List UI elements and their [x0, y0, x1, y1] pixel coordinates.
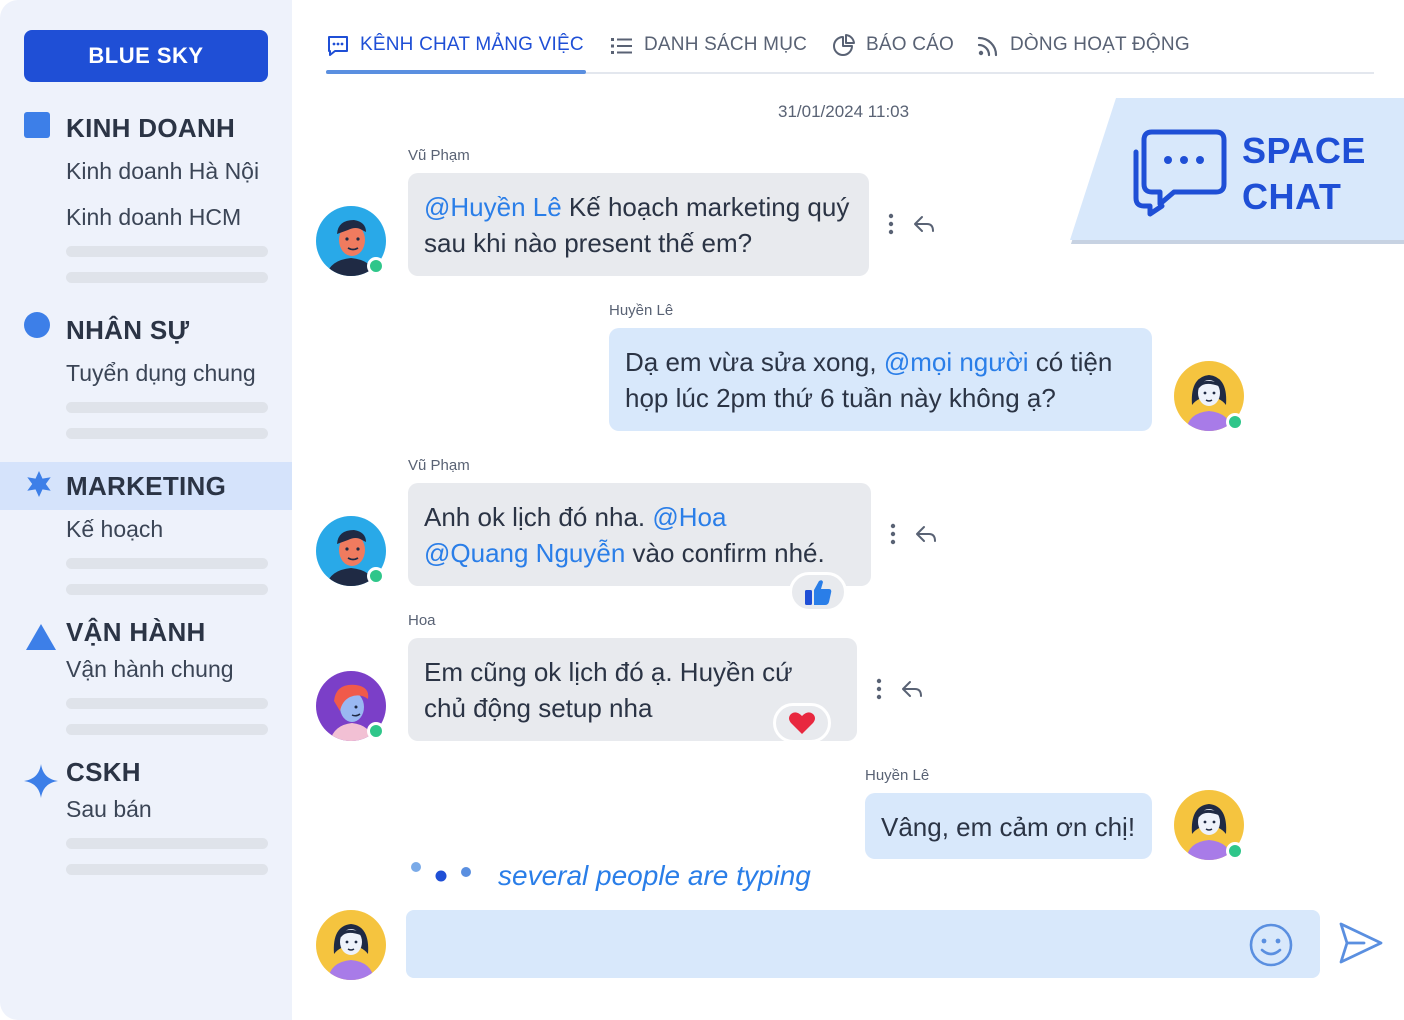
send-icon[interactable]	[1338, 920, 1384, 966]
mention-link[interactable]: @Quang Nguyễn	[424, 538, 625, 568]
sidebar-item-ke-hoach[interactable]: Kế hoạch	[66, 516, 163, 543]
message-actions	[884, 212, 936, 236]
message-input[interactable]	[426, 910, 1246, 978]
sidebar-item-kinh-doanh[interactable]: KINH DOANH	[0, 108, 292, 148]
sidebar-item-kinh-doanh-ha-noi[interactable]: Kinh doanh Hà Nội	[66, 158, 259, 185]
message-text: Dạ em vừa sửa xong,	[625, 347, 884, 377]
placeholder-bar	[66, 698, 268, 709]
online-indicator	[367, 722, 385, 740]
message-composer	[406, 910, 1320, 978]
sidebar-group-cskh: CSKH Sau bán	[0, 752, 292, 875]
placeholder-bar	[66, 402, 268, 413]
chat-timestamp: 31/01/2024 11:03	[778, 102, 910, 121]
placeholder-bar	[66, 724, 268, 735]
sidebar-item-tuyen-dung-chung[interactable]: Tuyển dụng chung	[66, 360, 256, 387]
placeholder-bar	[66, 428, 268, 439]
triangle-icon	[26, 624, 56, 650]
tab-bao-cao[interactable]: BÁO CÁO	[832, 34, 954, 74]
sidebar-group-kinh-doanh: KINH DOANH Kinh doanh Hà Nội Kinh doanh …	[0, 108, 292, 283]
more-options-icon[interactable]	[884, 212, 898, 236]
reply-icon[interactable]	[914, 522, 938, 546]
chat-icon	[328, 36, 348, 56]
message-sender: Huyền Lê	[865, 767, 930, 784]
sidebar-item-marketing[interactable]: MARKETING	[0, 462, 292, 510]
workspace-button[interactable]: BLUE SKY	[24, 30, 268, 82]
placeholder-bar	[66, 838, 268, 849]
badge-line-2: CHAT	[1242, 176, 1342, 217]
sidebar-item-kinh-doanh-hcm[interactable]: Kinh doanh HCM	[66, 204, 241, 231]
pie-chart-icon	[833, 34, 855, 56]
message-text: vào confirm nhé.	[625, 538, 825, 568]
sidebar-group-nhan-su: NHÂN SỰ Tuyển dụng chung	[0, 310, 292, 439]
placeholder-bar	[66, 272, 268, 283]
sidebar-group-van-hanh: VẬN HÀNH Vận hành chung	[0, 612, 292, 735]
reaction-badge[interactable]	[773, 703, 831, 743]
tab-label: DÒNG HOẠT ĐỘNG	[1010, 34, 1190, 55]
tab-kenh-chat[interactable]: KÊNH CHAT MẢNG VIỆC	[326, 34, 584, 74]
message-sender: Vũ Phạm	[408, 147, 470, 164]
placeholder-bar	[66, 558, 268, 569]
message-sender: Vũ Phạm	[408, 457, 470, 474]
tab-bar: KÊNH CHAT MẢNG VIỆC DANH SÁCH MỤC BÁO CÁ…	[326, 30, 1374, 74]
reply-icon[interactable]	[900, 677, 924, 701]
online-indicator	[367, 567, 385, 585]
online-indicator	[367, 257, 385, 275]
tab-dong-hoat-dong[interactable]: DÒNG HOẠT ĐỘNG	[976, 34, 1190, 74]
typing-indicator: several people are typing	[498, 860, 811, 891]
sidebar-group-title: NHÂN SỰ	[66, 315, 190, 345]
avatar-current-user[interactable]	[316, 910, 386, 980]
sparkle-icon	[24, 764, 58, 798]
heart-icon	[789, 712, 815, 734]
tab-label: KÊNH CHAT MẢNG VIỆC	[360, 34, 584, 55]
square-icon	[24, 112, 50, 138]
sidebar-group-title: KINH DOANH	[66, 113, 236, 143]
sidebar-item-nhan-su[interactable]: NHÂN SỰ	[0, 310, 292, 350]
more-options-icon[interactable]	[886, 522, 900, 546]
sidebar-item-sau-ban[interactable]: Sau bán	[66, 796, 152, 823]
message-bubble: Dạ em vừa sửa xong, @mọi người có tiện h…	[609, 328, 1152, 431]
message-actions	[886, 522, 938, 546]
message-sender: Huyền Lê	[609, 302, 674, 319]
space-chat-title: SPACE CHAT	[1242, 128, 1366, 220]
message-actions	[872, 677, 924, 701]
tab-label: DANH SÁCH MỤC	[644, 34, 808, 55]
reply-icon[interactable]	[912, 212, 936, 236]
message-bubble: @Huyền Lê Kế hoạch marketing quý sau khi…	[408, 173, 869, 276]
star-icon	[27, 471, 51, 497]
emoji-icon[interactable]	[1248, 922, 1294, 968]
sidebar-item-van-hanh[interactable]: VẬN HÀNH	[0, 612, 292, 652]
tab-danh-sach-muc[interactable]: DANH SÁCH MỤC	[610, 34, 807, 74]
mention-link[interactable]: @Hoa	[652, 502, 726, 532]
list-icon	[611, 38, 632, 54]
sidebar-item-cskh[interactable]: CSKH	[0, 752, 292, 798]
sidebar-item-van-hanh-chung[interactable]: Vận hành chung	[66, 656, 234, 683]
message-sender: Hoa	[408, 612, 436, 629]
typing-dots-icon	[411, 862, 471, 882]
placeholder-bar	[66, 864, 268, 875]
mention-link[interactable]: @Huyền Lê	[424, 192, 562, 222]
sidebar-group-title: CSKH	[66, 757, 141, 787]
active-tab-indicator	[326, 70, 586, 74]
mention-link[interactable]: @mọi người	[884, 347, 1029, 377]
online-indicator	[1226, 842, 1244, 860]
message-text: Em cũng ok lịch đó ạ. Huyền cứ chủ động …	[424, 657, 793, 723]
feed-icon	[977, 36, 998, 57]
message-text: Anh ok lịch đó nha.	[424, 502, 653, 532]
sidebar-group-title: VẬN HÀNH	[66, 617, 206, 647]
message-text: Vâng, em cảm ơn chị!	[881, 812, 1136, 842]
sidebar-group-title: MARKETING	[66, 471, 227, 501]
placeholder-bar	[66, 246, 268, 257]
placeholder-bar	[66, 584, 268, 595]
message-bubble: Anh ok lịch đó nha. @Hoa @Quang Nguyễn và…	[408, 483, 871, 586]
message-bubble: Vâng, em cảm ơn chị!	[865, 793, 1152, 859]
sidebar-group-marketing: MARKETING Kế hoạch	[0, 462, 292, 595]
online-indicator	[1226, 413, 1244, 431]
more-options-icon[interactable]	[872, 677, 886, 701]
tab-label: BÁO CÁO	[866, 34, 954, 55]
thumbs-up-icon	[805, 580, 832, 605]
sidebar: BLUE SKY KINH DOANH Kinh doanh Hà Nội Ki…	[0, 0, 292, 1020]
reaction-badge[interactable]	[789, 572, 847, 612]
badge-line-1: SPACE	[1242, 130, 1366, 171]
circle-icon	[24, 312, 50, 338]
